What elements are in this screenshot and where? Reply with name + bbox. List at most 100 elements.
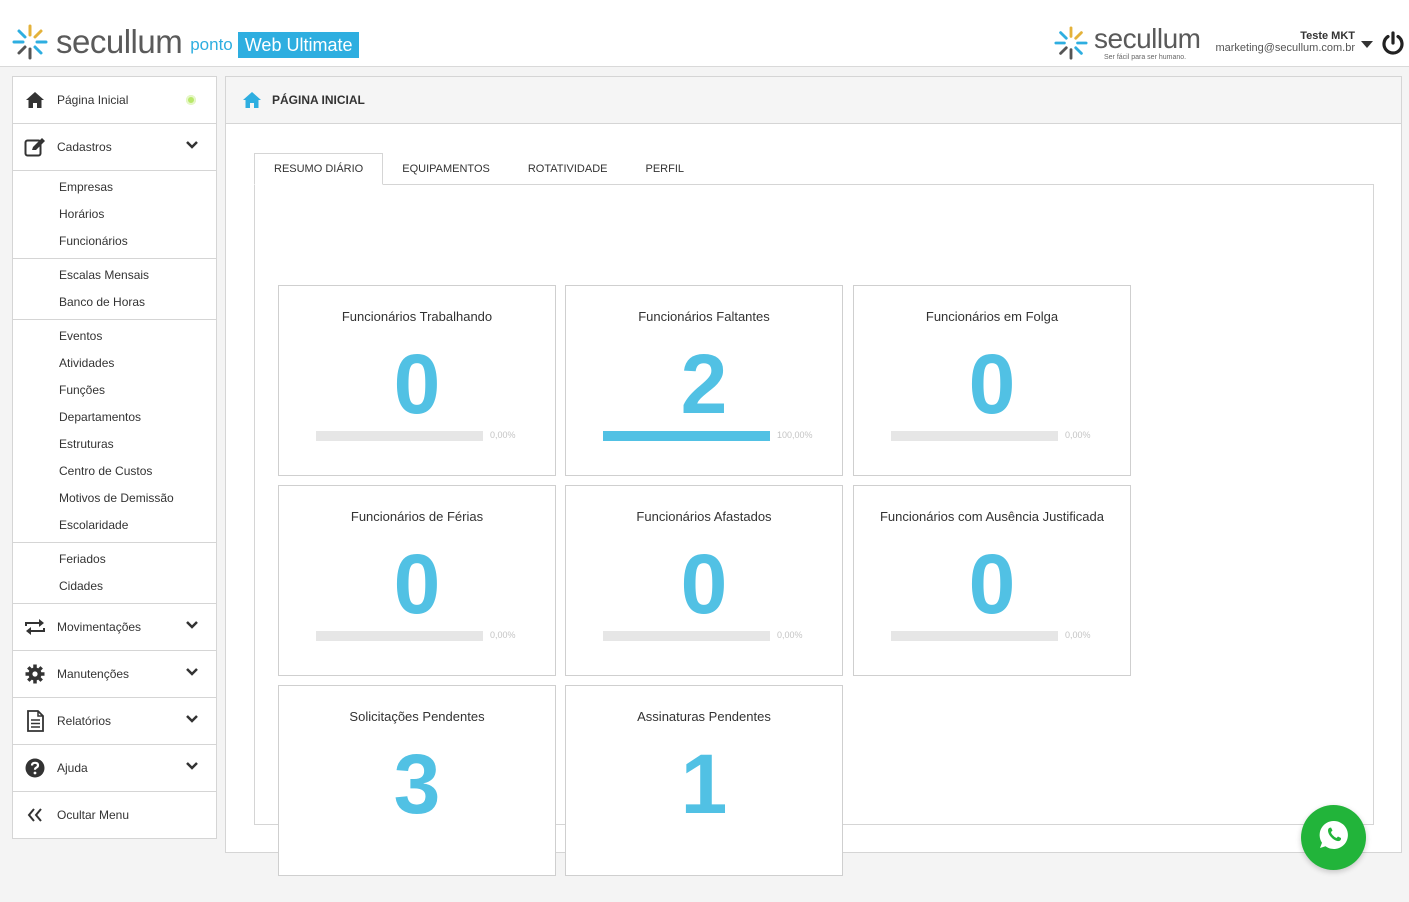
sidebar-item-manutencoes[interactable]: Manutenções [13,651,216,698]
summary-card[interactable]: Funcionários Faltantes 2 100,00% [565,285,843,476]
chevron-down-icon[interactable] [1361,41,1373,48]
progress-label: 0,00% [1065,430,1091,440]
user-email: marketing@secullum.com.br [1215,42,1355,54]
sidebar-item-movimentacoes[interactable]: Movimentações [13,604,216,651]
secullum-starburst-icon [12,24,48,60]
partner-tagline: Ser fácil para ser humano. [1104,54,1187,61]
main-panel: PÁGINA INICIAL RESUMO DIÁRIO EQUIPAMENTO… [225,76,1402,876]
swap-arrows-icon [13,618,57,636]
question-circle-icon [13,758,57,778]
chevron-down-icon [186,713,198,727]
sidebar-item-eventos[interactable]: Eventos [13,323,216,350]
user-name: Teste MKT [1300,30,1355,42]
card-title: Assinaturas Pendentes [637,709,771,724]
summary-card[interactable]: Funcionários em Folga 0 0,00% [853,285,1131,476]
page-header: PÁGINA INICIAL [226,77,1401,124]
progress-label: 0,00% [1065,630,1091,640]
brand-badge: Web Ultimate [237,32,360,58]
summary-card[interactable]: Funcionários com Ausência Justificada 0 … [853,485,1131,676]
progress-label: 100,00% [777,430,813,440]
tab-equipamentos[interactable]: EQUIPAMENTOS [383,153,509,185]
cadastros-group-3: Eventos Atividades Funções Departamentos… [13,320,216,543]
user-menu[interactable]: Teste MKT marketing@secullum.com.br [1215,30,1355,54]
secullum-ponto-logo[interactable]: secullum ponto Web Ultimate [12,24,360,60]
sidebar-item-estruturas[interactable]: Estruturas [13,431,216,458]
card-title: Funcionários de Férias [350,509,484,524]
double-chevron-left-icon [13,808,57,822]
chevron-down-icon [186,666,198,680]
card-value: 0 [968,337,1016,431]
progress-bar [316,631,483,641]
sidebar-item-home[interactable]: Página Inicial [13,77,216,124]
sidebar-item-funcionarios[interactable]: Funcionários [13,228,216,255]
sidebar-item-banco-de-horas[interactable]: Banco de Horas [13,289,216,316]
summary-card[interactable]: Funcionários de Férias 0 0,00% [278,485,556,676]
sidebar-item-funcoes[interactable]: Funções [13,377,216,404]
sidebar-item-label: Movimentações [57,620,142,634]
secullum-logo: secullum Ser fácil para ser humano. [1054,24,1201,65]
secullum-starburst-icon [1054,26,1088,60]
progress-bar [891,631,1058,641]
tab-bar: RESUMO DIÁRIO EQUIPAMENTOS ROTATIVIDADE … [254,153,703,185]
progress-bar [891,431,1058,441]
card-title: Funcionários Trabalhando [341,309,493,324]
sidebar-item-label: Ocultar Menu [57,808,130,822]
sidebar-item-cadastros[interactable]: Cadastros [13,124,216,171]
edit-icon [13,137,57,157]
sidebar-item-departamentos[interactable]: Departamentos [13,404,216,431]
sidebar-item-centro-de-custos[interactable]: Centro de Custos [13,458,216,485]
sidebar-item-relatorios[interactable]: Relatórios [13,698,216,745]
progress-label: 0,00% [490,430,516,440]
sidebar-item-cidades[interactable]: Cidades [13,573,216,600]
status-dot-icon [186,95,196,105]
top-header: secullum ponto Web Ultimate secullum Ser… [0,0,1409,67]
sidebar-item-ajuda[interactable]: Ajuda [13,745,216,792]
progress-fill [603,431,770,441]
hide-menu-button[interactable]: Ocultar Menu [13,792,216,838]
sidebar-menu: Página Inicial Cadastros Empresas Horári… [12,76,217,839]
sidebar-item-label: Página Inicial [57,93,129,107]
tab-perfil[interactable]: PERFIL [627,153,704,185]
partner-word: secullum [1094,23,1201,54]
sidebar-item-empresas[interactable]: Empresas [13,174,216,201]
chevron-down-icon [186,619,198,633]
cadastros-group-2: Escalas Mensais Banco de Horas [13,259,216,320]
summary-card[interactable]: Solicitações Pendentes 3 [278,685,556,876]
sidebar-item-horarios[interactable]: Horários [13,201,216,228]
progress-label: 0,00% [490,630,516,640]
chevron-down-icon [186,760,198,774]
cadastros-group-4: Feriados Cidades [13,543,216,604]
sidebar-item-motivos-de-demissao[interactable]: Motivos de Demissão [13,485,216,512]
summary-card[interactable]: Assinaturas Pendentes 1 [565,685,843,876]
sidebar-item-label: Cadastros [57,140,112,154]
tab-resumo-diario[interactable]: RESUMO DIÁRIO [254,153,384,185]
progress-bar [603,431,770,441]
progress-bar [603,631,770,641]
power-icon[interactable] [1381,31,1405,62]
tab-panel-resumo: Funcionários Trabalhando 0 0,00% Funcion… [254,184,1374,876]
card-value: 1 [680,737,728,831]
sidebar-item-escolaridade[interactable]: Escolaridade [13,512,216,539]
chevron-down-icon [186,139,198,153]
progress-label: 0,00% [777,630,803,640]
card-title: Funcionários Faltantes [638,309,770,324]
home-icon [242,91,262,109]
sidebar-item-escalas-mensais[interactable]: Escalas Mensais [13,262,216,289]
card-value: 2 [680,337,728,431]
summary-card[interactable]: Funcionários Trabalhando 0 0,00% [278,285,556,476]
home-icon [13,91,57,109]
card-value: 0 [968,537,1016,631]
sidebar-item-atividades[interactable]: Atividades [13,350,216,377]
sidebar-item-label: Relatórios [57,714,112,728]
card-title: Funcionários Afastados [636,509,772,524]
whatsapp-button[interactable] [1301,805,1366,870]
card-title: Solicitações Pendentes [349,709,485,724]
brand-product: ponto [190,35,233,54]
tab-rotatividade[interactable]: ROTATIVIDADE [509,153,627,185]
card-title: Funcionários com Ausência Justificada [879,509,1104,524]
summary-card[interactable]: Funcionários Afastados 0 0,00% [565,485,843,676]
document-icon [13,710,57,732]
cadastros-group-1: Empresas Horários Funcionários [13,171,216,259]
card-value: 0 [680,537,728,631]
sidebar-item-feriados[interactable]: Feriados [13,546,216,573]
